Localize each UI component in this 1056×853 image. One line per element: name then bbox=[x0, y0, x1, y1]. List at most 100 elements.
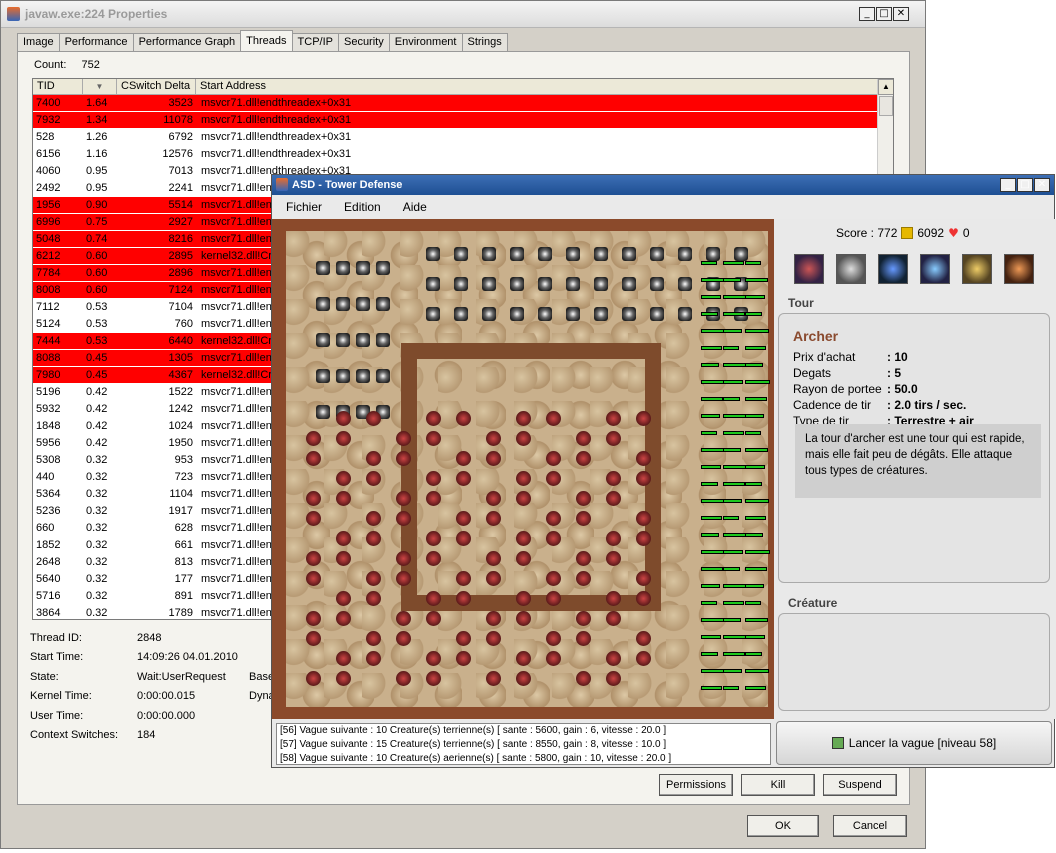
tower-fire-icon[interactable] bbox=[962, 254, 992, 284]
close-icon[interactable]: ✕ bbox=[1034, 178, 1050, 192]
table-row[interactable]: 528 1.26 6792 msvcr71.dll!endthreadex+0x31 bbox=[33, 129, 893, 146]
placed-tower[interactable] bbox=[566, 307, 580, 321]
game-map[interactable] bbox=[286, 231, 770, 707]
tower-archer-icon[interactable] bbox=[794, 254, 824, 284]
placed-tower[interactable] bbox=[650, 247, 664, 261]
col-cpu[interactable]: ▼ bbox=[83, 79, 117, 95]
col-tid[interactable]: TID bbox=[33, 79, 83, 95]
tower-canon-icon[interactable] bbox=[836, 254, 866, 284]
placed-tower[interactable] bbox=[594, 247, 608, 261]
placed-tower[interactable] bbox=[482, 247, 496, 261]
placed-tower[interactable] bbox=[482, 277, 496, 291]
tab-environment[interactable]: Environment bbox=[388, 33, 463, 51]
permissions-button[interactable]: Permissions bbox=[659, 774, 733, 796]
suspend-button[interactable]: Suspend bbox=[823, 774, 897, 796]
placed-tower[interactable] bbox=[594, 277, 608, 291]
placed-tower[interactable] bbox=[336, 333, 350, 347]
col-start-address[interactable]: Start Address bbox=[196, 79, 878, 95]
placed-tower[interactable] bbox=[622, 247, 636, 261]
tab-performance[interactable]: Performance bbox=[58, 33, 134, 51]
placed-tower[interactable] bbox=[622, 277, 636, 291]
placed-tower[interactable] bbox=[566, 277, 580, 291]
close-icon[interactable]: ✕ bbox=[893, 7, 909, 21]
placed-tower[interactable] bbox=[678, 277, 692, 291]
placed-tower[interactable] bbox=[316, 261, 330, 275]
placed-tower[interactable] bbox=[482, 307, 496, 321]
tower-air-icon[interactable] bbox=[878, 254, 908, 284]
placed-tower[interactable] bbox=[376, 297, 390, 311]
placed-tower[interactable] bbox=[356, 333, 370, 347]
placed-tower[interactable] bbox=[622, 307, 636, 321]
table-row[interactable]: 7932 1.34 11078 msvcr71.dll!endthreadex+0x3… bbox=[33, 112, 893, 129]
placed-tower[interactable] bbox=[538, 307, 552, 321]
minimize-icon[interactable]: _ bbox=[1000, 178, 1016, 192]
placed-tower[interactable] bbox=[734, 247, 748, 261]
placed-tower[interactable] bbox=[510, 277, 524, 291]
tower-earth-icon[interactable] bbox=[1004, 254, 1034, 284]
cancel-button[interactable]: Cancel bbox=[833, 815, 907, 837]
placed-tower[interactable] bbox=[356, 261, 370, 275]
placed-tower[interactable] bbox=[650, 307, 664, 321]
placed-tower[interactable] bbox=[426, 247, 440, 261]
menu-fichier[interactable]: Fichier bbox=[278, 200, 330, 214]
placed-tower[interactable] bbox=[316, 405, 330, 419]
col-cswitch[interactable]: CSwitch Delta bbox=[117, 79, 196, 95]
placed-tower[interactable] bbox=[376, 333, 390, 347]
health-bar bbox=[745, 482, 762, 486]
tab-image[interactable]: Image bbox=[17, 33, 60, 51]
scroll-up-icon[interactable]: ▲ bbox=[878, 79, 893, 95]
placed-tower[interactable] bbox=[376, 369, 390, 383]
ok-button[interactable]: OK bbox=[747, 815, 819, 837]
placed-tower[interactable] bbox=[336, 369, 350, 383]
maximize-icon[interactable]: □ bbox=[876, 7, 892, 21]
placed-tower[interactable] bbox=[426, 307, 440, 321]
menu-edition[interactable]: Edition bbox=[336, 200, 389, 214]
placed-tower[interactable] bbox=[336, 261, 350, 275]
creature bbox=[546, 631, 561, 646]
creature bbox=[426, 471, 441, 486]
game-titlebar[interactable]: ASD - Tower Defense _ □ ✕ bbox=[272, 175, 1054, 195]
placed-tower[interactable] bbox=[538, 277, 552, 291]
cell-cs: 953 bbox=[174, 454, 193, 466]
cell-addr: msvcr71.dll!enc bbox=[201, 284, 278, 296]
placed-tower[interactable] bbox=[566, 247, 580, 261]
tab-tcp-ip[interactable]: TCP/IP bbox=[291, 33, 339, 51]
scroll-thumb[interactable] bbox=[879, 96, 893, 116]
placed-tower[interactable] bbox=[356, 297, 370, 311]
tab-strings[interactable]: Strings bbox=[461, 33, 508, 51]
maximize-icon[interactable]: □ bbox=[1017, 178, 1033, 192]
placed-tower[interactable] bbox=[678, 247, 692, 261]
tower-ice-icon[interactable] bbox=[920, 254, 950, 284]
placed-tower[interactable] bbox=[336, 297, 350, 311]
health-bar bbox=[745, 533, 763, 537]
launch-wave-button[interactable]: Lancer la vague [niveau 58] bbox=[776, 721, 1052, 765]
placed-tower[interactable] bbox=[316, 369, 330, 383]
table-row[interactable]: 7400 1.64 3523 msvcr71.dll!endthreadex+0x31 bbox=[33, 95, 893, 112]
placed-tower[interactable] bbox=[510, 247, 524, 261]
kill-button[interactable]: Kill bbox=[741, 774, 815, 796]
placed-tower[interactable] bbox=[454, 307, 468, 321]
placed-tower[interactable] bbox=[316, 333, 330, 347]
placed-tower[interactable] bbox=[454, 247, 468, 261]
placed-tower[interactable] bbox=[510, 307, 524, 321]
tab-threads[interactable]: Threads bbox=[240, 30, 293, 51]
placed-tower[interactable] bbox=[706, 247, 720, 261]
menu-aide[interactable]: Aide bbox=[395, 200, 435, 214]
tab-performance-graph[interactable]: Performance Graph bbox=[132, 33, 242, 51]
properties-titlebar[interactable]: javaw.exe:224 Properties _ □ ✕ bbox=[1, 1, 925, 28]
placed-tower[interactable] bbox=[376, 261, 390, 275]
placed-tower[interactable] bbox=[594, 307, 608, 321]
placed-tower[interactable] bbox=[356, 369, 370, 383]
game-board[interactable] bbox=[272, 219, 774, 719]
wave-log[interactable]: [56] Vague suivante : 10 Creature(s) ter… bbox=[276, 723, 771, 765]
placed-tower[interactable] bbox=[454, 277, 468, 291]
placed-tower[interactable] bbox=[316, 297, 330, 311]
placed-tower[interactable] bbox=[426, 277, 440, 291]
minimize-icon[interactable]: _ bbox=[859, 7, 875, 21]
placed-tower[interactable] bbox=[650, 277, 664, 291]
tab-security[interactable]: Security bbox=[337, 33, 390, 51]
cell-addr: msvcr71.dll!enc bbox=[201, 420, 278, 432]
placed-tower[interactable] bbox=[678, 307, 692, 321]
placed-tower[interactable] bbox=[538, 247, 552, 261]
table-row[interactable]: 6156 1.16 12576 msvcr71.dll!endthreadex+0x3… bbox=[33, 146, 893, 163]
